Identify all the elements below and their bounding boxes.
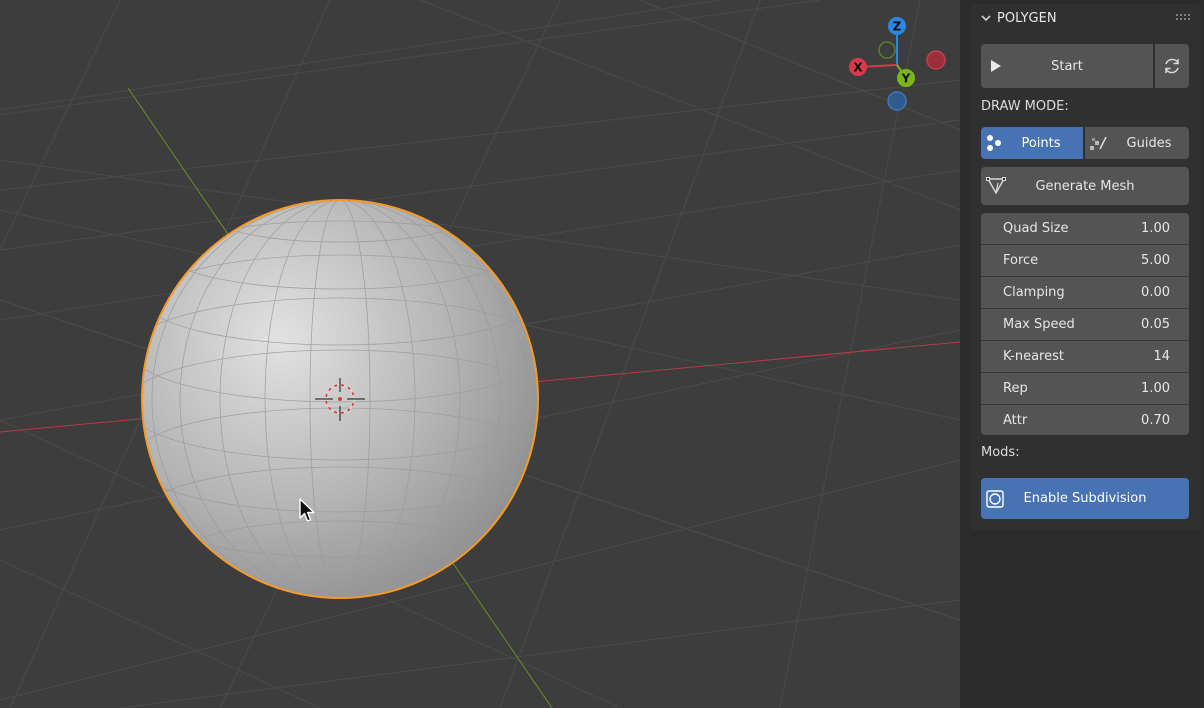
mode-points-button[interactable]: Points	[981, 127, 1083, 159]
property-force[interactable]: Force 5.00	[981, 245, 1189, 277]
property-value[interactable]: 1.00	[1141, 221, 1170, 236]
property-quad-size[interactable]: Quad Size 1.00	[981, 213, 1189, 245]
mouse-pointer-icon	[299, 498, 315, 522]
chevron-down-icon[interactable]	[980, 12, 992, 24]
property-value[interactable]: 0.00	[1141, 285, 1170, 300]
property-max-speed[interactable]: Max Speed 0.05	[981, 309, 1189, 341]
start-button-label: Start	[1051, 58, 1083, 74]
viewport-scene[interactable]	[0, 0, 960, 708]
refresh-icon	[1165, 58, 1179, 74]
points-icon	[987, 135, 1001, 151]
x-axis-label: X	[853, 61, 863, 75]
navigation-gizmo[interactable]: Z X Y	[840, 10, 960, 120]
draw-mode-label: DRAW MODE:	[981, 99, 1069, 114]
y-axis-ball[interactable]: Y	[897, 69, 915, 87]
mode-guides-label: Guides	[1126, 135, 1172, 151]
property-value[interactable]: 1.00	[1141, 381, 1170, 396]
neg-z-axis-ball[interactable]	[887, 91, 907, 111]
x-axis-ball[interactable]: X	[849, 58, 867, 76]
property-value[interactable]: 0.70	[1141, 413, 1170, 428]
neg-x-axis-ball[interactable]	[926, 50, 946, 70]
property-value[interactable]: 14	[1153, 349, 1170, 364]
property-value[interactable]: 0.05	[1141, 317, 1170, 332]
enable-subdivision-button[interactable]: Enable Subdivision	[981, 478, 1189, 519]
refresh-button[interactable]	[1155, 44, 1189, 88]
property-label: Attr	[1003, 412, 1028, 428]
property-value[interactable]: 5.00	[1141, 253, 1170, 268]
panel-title[interactable]: POLYGEN	[997, 10, 1057, 28]
3d-viewport[interactable]: Z X Y	[0, 0, 960, 708]
z-axis-label: Z	[893, 20, 902, 34]
mode-points-label: Points	[1021, 135, 1061, 151]
property-label: Quad Size	[1003, 221, 1069, 236]
property-label: K-nearest	[1003, 349, 1064, 364]
property-label: Rep	[1003, 381, 1028, 396]
neg-y-axis-ball[interactable]	[878, 41, 896, 59]
enable-subdivision-label: Enable Subdivision	[1023, 491, 1147, 506]
y-axis-label: Y	[901, 72, 911, 86]
grip-icon[interactable]	[1175, 12, 1191, 24]
generate-mesh-label: Generate Mesh	[1035, 178, 1135, 194]
property-label: Clamping	[1003, 285, 1065, 300]
checkbox-icon	[986, 490, 1004, 508]
z-axis-ball[interactable]: Z	[888, 17, 906, 35]
guides-icon	[1090, 136, 1107, 150]
play-icon	[991, 60, 1001, 72]
mode-guides-button[interactable]: Guides	[1085, 127, 1189, 159]
start-button[interactable]: Start	[981, 44, 1153, 88]
property-rep[interactable]: Rep 1.00	[981, 373, 1189, 405]
property-k-nearest[interactable]: K-nearest 14	[981, 341, 1189, 373]
property-label: Max Speed	[1003, 317, 1075, 332]
property-attr[interactable]: Attr 0.70	[981, 405, 1189, 435]
mesh-icon	[986, 177, 1006, 195]
property-label: Force	[1003, 253, 1039, 268]
property-clamping[interactable]: Clamping 0.00	[981, 277, 1189, 309]
mods-label: Mods:	[981, 445, 1020, 460]
generate-mesh-button[interactable]: Generate Mesh	[981, 167, 1189, 205]
